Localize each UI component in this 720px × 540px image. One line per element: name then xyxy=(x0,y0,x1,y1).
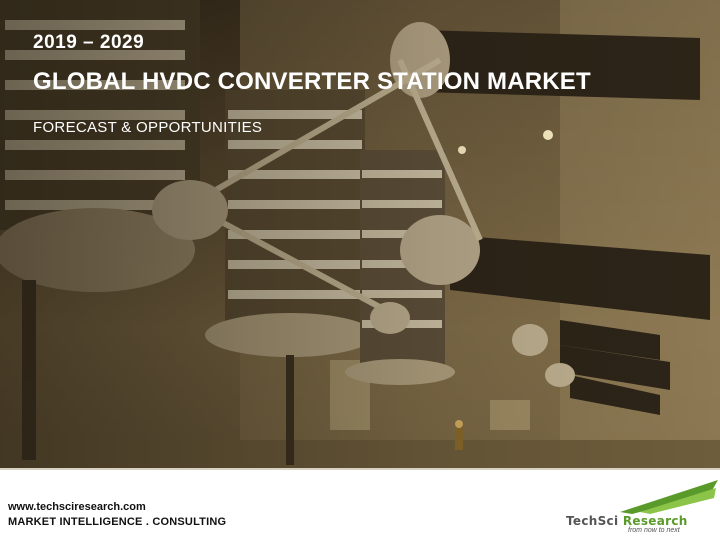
cover-footer: www.techsciresearch.com MARKET INTELLIGE… xyxy=(0,468,720,540)
company-tagline: MARKET INTELLIGENCE . CONSULTING xyxy=(8,516,227,528)
logo-wordmark: TechSci Research xyxy=(566,514,688,528)
report-subtitle: FORECAST & OPPORTUNITIES xyxy=(33,119,263,136)
logo-slogan: from now to next xyxy=(628,527,680,534)
logo-name-part2: Research xyxy=(622,514,688,528)
website-link[interactable]: www.techsciresearch.com xyxy=(8,501,146,513)
report-cover: 2019 – 2029 GLOBAL HVDC CONVERTER STATIO… xyxy=(0,0,720,540)
logo-name-part1: TechSci xyxy=(566,514,623,528)
forecast-years: 2019 – 2029 xyxy=(33,32,145,53)
footer-divider xyxy=(0,468,720,470)
report-title: GLOBAL HVDC CONVERTER STATION MARKET xyxy=(33,68,591,95)
techsci-logo: TechSci Research from now to next xyxy=(560,478,720,538)
logo-swoosh-icon xyxy=(620,480,718,514)
